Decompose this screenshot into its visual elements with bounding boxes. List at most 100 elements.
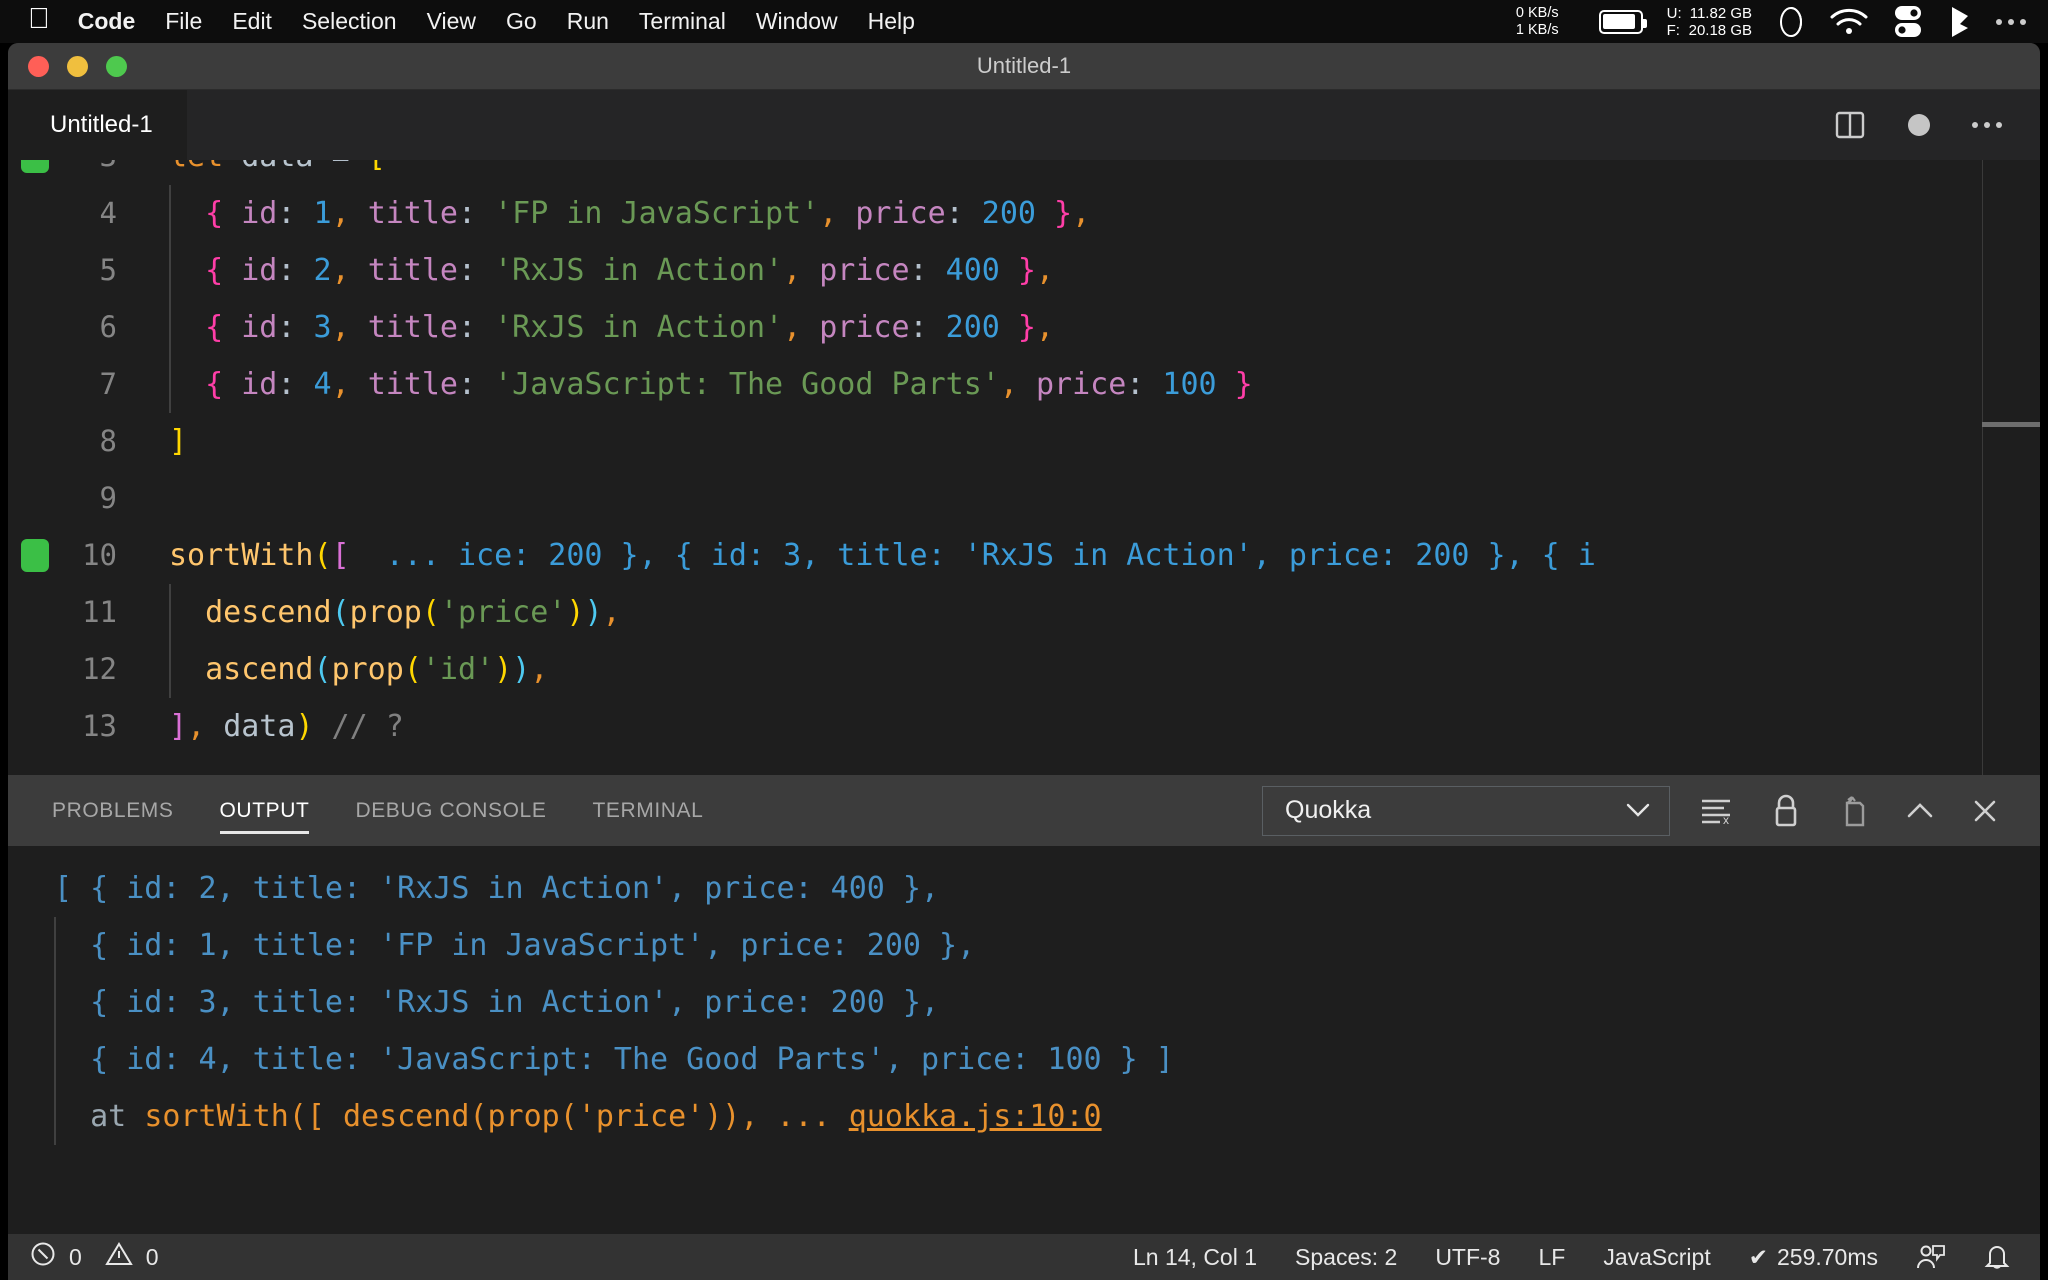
output-token: { id: 1, title: 'FP in JavaScript', pric… — [54, 928, 976, 963]
code-line[interactable]: 4 { id: 1, title: 'FP in JavaScript', pr… — [8, 185, 2040, 242]
control-center-more-icon[interactable] — [1996, 18, 2026, 25]
menu-item-go[interactable]: Go — [506, 8, 537, 35]
code-token: } — [999, 310, 1036, 345]
code-line[interactable]: 6 { id: 3, title: 'RxJS in Action', pric… — [8, 299, 2040, 356]
code-token: price — [855, 196, 946, 231]
indent-guide — [169, 641, 171, 698]
feedback-person-icon[interactable] — [1916, 1243, 1946, 1271]
code-editor[interactable]: 3let data = [4 { id: 1, title: 'FP in Ja… — [8, 160, 2040, 775]
code-line-text: { id: 1, title: 'FP in JavaScript', pric… — [125, 185, 1090, 242]
code-token: ) — [512, 652, 531, 687]
notifications-bell-icon[interactable] — [1984, 1242, 2010, 1272]
split-editor-icon[interactable] — [1834, 109, 1866, 141]
display-stack-icon[interactable] — [1892, 5, 1924, 39]
code-token: { — [205, 310, 242, 345]
unsaved-indicator-icon[interactable] — [1908, 114, 1930, 136]
menu-item-run[interactable]: Run — [567, 8, 609, 35]
lock-icon[interactable] — [1772, 794, 1800, 828]
chevron-up-icon[interactable] — [1906, 801, 1934, 821]
output-line: { id: 4, title: 'JavaScript: The Good Pa… — [8, 1031, 2040, 1088]
clear-output-icon[interactable]: x — [1700, 796, 1734, 826]
more-actions-icon[interactable] — [1972, 122, 2002, 128]
panel-tab-output[interactable]: OUTPUT — [219, 775, 310, 846]
memory-indicator[interactable]: U: F: 11.82 GB 20.18 GB — [1667, 5, 1752, 39]
editor-scrollbar-thumb[interactable] — [1982, 422, 2040, 427]
code-token: ) — [566, 595, 585, 630]
close-icon[interactable] — [1972, 798, 1998, 824]
panel-actions: x — [1700, 794, 2040, 828]
gutter-marker-slot — [21, 368, 49, 401]
apple-logo-icon[interactable]:  — [28, 5, 50, 34]
editor-minimap[interactable] — [1982, 160, 2040, 775]
menu-item-file[interactable]: File — [165, 8, 202, 35]
code-token: , — [331, 253, 368, 288]
code-token: [ — [331, 538, 350, 573]
status-language-mode[interactable]: JavaScript — [1603, 1244, 1710, 1271]
code-line-text: { id: 2, title: 'RxJS in Action', price:… — [125, 242, 1054, 299]
wifi-icon[interactable] — [1830, 8, 1868, 36]
code-token: , — [783, 310, 820, 345]
status-bar-right: Ln 14, Col 1 Spaces: 2 UTF-8 LF JavaScri… — [1133, 1242, 2040, 1272]
code-line[interactable]: 10 sortWith([ ... ice: 200 }, { id: 3, ti… — [8, 527, 2040, 584]
menu-item-terminal[interactable]: Terminal — [639, 8, 726, 35]
code-token: 'id' — [421, 652, 495, 687]
panel-tab-problems[interactable]: PROBLEMS — [52, 775, 174, 846]
code-token: : — [945, 196, 982, 231]
editor-actions — [1834, 90, 2040, 160]
memory-used-label: U: — [1666, 4, 1682, 22]
menu-item-view[interactable]: View — [427, 8, 476, 35]
code-token: : — [458, 253, 495, 288]
code-line[interactable]: 7 { id: 4, title: 'JavaScript: The Good … — [8, 356, 2040, 413]
menu-item-window[interactable]: Window — [756, 8, 838, 35]
code-token: descend — [205, 595, 332, 630]
code-line[interactable]: 13], data) // ? — [8, 698, 2040, 755]
indent-guide — [169, 242, 171, 299]
indent-guide — [169, 356, 171, 413]
output-console[interactable]: [ { id: 2, title: 'RxJS in Action', pric… — [8, 846, 2040, 1218]
line-number: 5 — [99, 253, 117, 287]
code-token: ) — [494, 652, 513, 687]
open-in-editor-icon[interactable] — [1838, 794, 1868, 828]
moon-phase-icon[interactable] — [1776, 6, 1806, 38]
status-indentation[interactable]: Spaces: 2 — [1295, 1244, 1397, 1271]
code-token: id — [241, 253, 278, 288]
flag-icon[interactable] — [1948, 6, 1972, 38]
code-line[interactable]: 9 — [8, 470, 2040, 527]
code-token: : — [277, 253, 314, 288]
code-line[interactable]: 11 descend(prop('price')), — [8, 584, 2040, 641]
code-line[interactable]: 8] — [8, 413, 2040, 470]
code-line[interactable]: 5 { id: 2, title: 'RxJS in Action', pric… — [8, 242, 2040, 299]
error-count: 0 — [69, 1243, 82, 1270]
gutter-marker-slot — [21, 710, 49, 743]
status-eol[interactable]: LF — [1538, 1244, 1565, 1271]
code-line[interactable]: 3let data = [ — [8, 160, 2040, 185]
output-channel-select[interactable]: Quokka — [1262, 785, 1670, 836]
menu-item-selection[interactable]: Selection — [302, 8, 397, 35]
status-cursor-position[interactable]: Ln 14, Col 1 — [1133, 1244, 1257, 1271]
panel-tab-terminal[interactable]: TERMINAL — [592, 775, 703, 846]
code-token: : — [277, 367, 314, 402]
tab-untitled-1[interactable]: Untitled-1 — [8, 90, 188, 160]
status-encoding[interactable]: UTF-8 — [1435, 1244, 1500, 1271]
indent-guide — [169, 299, 171, 356]
battery-icon[interactable] — [1583, 9, 1647, 34]
menu-item-edit[interactable]: Edit — [232, 8, 272, 35]
code-token: , — [331, 196, 368, 231]
code-token: price — [819, 253, 910, 288]
panel-tab-debug-console[interactable]: DEBUG CONSOLE — [355, 775, 546, 846]
menu-item-help[interactable]: Help — [868, 8, 915, 35]
line-number: 12 — [82, 652, 117, 686]
status-quokka-timing[interactable]: ✔ 259.70ms — [1749, 1244, 1878, 1271]
network-speed-indicator[interactable]: 0 KB/s 1 KB/s — [1516, 5, 1559, 39]
status-problems[interactable]: 0 0 — [8, 1241, 159, 1273]
menu-item-code[interactable]: Code — [78, 8, 136, 35]
code-line[interactable]: 12 ascend(prop('id')), — [8, 641, 2040, 698]
output-source-link[interactable]: quokka.js:10:0 — [849, 1099, 1102, 1134]
code-token: = — [332, 160, 368, 174]
code-token: } — [1035, 196, 1073, 231]
output-token: { id: 4, title: 'JavaScript: The Good Pa… — [54, 1042, 1174, 1077]
